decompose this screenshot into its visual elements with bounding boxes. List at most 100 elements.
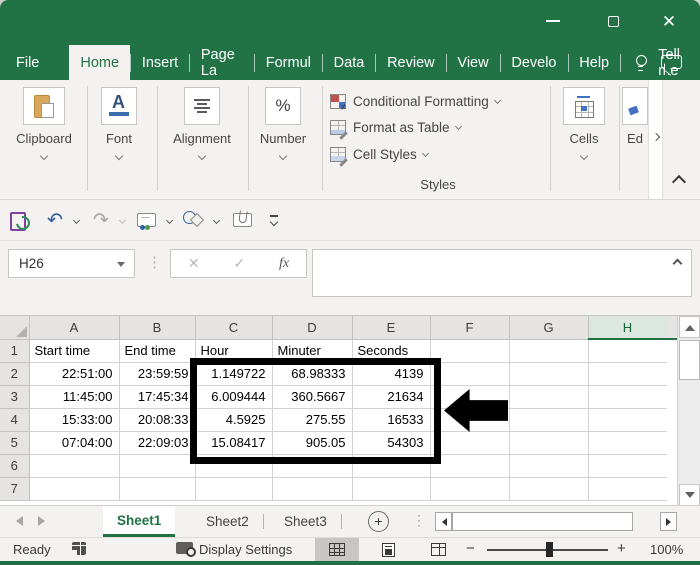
cell[interactable] bbox=[29, 477, 120, 501]
row-header-2[interactable]: 2 bbox=[0, 362, 30, 386]
cell[interactable] bbox=[430, 431, 510, 455]
column-header-B[interactable]: B bbox=[119, 316, 196, 340]
enter-icon[interactable]: ✓ bbox=[233, 255, 245, 272]
number-group[interactable]: % Number bbox=[243, 80, 323, 200]
close-button[interactable]: ✕ bbox=[652, 8, 686, 34]
tab-formulas[interactable]: Formul bbox=[255, 45, 322, 80]
zoom-in-button[interactable]: + bbox=[617, 540, 626, 557]
column-header-G[interactable]: G bbox=[509, 316, 589, 340]
scroll-down-button[interactable] bbox=[679, 484, 700, 505]
cell[interactable] bbox=[588, 408, 668, 432]
font-button[interactable] bbox=[101, 87, 137, 125]
cell-B3[interactable]: 17:45:34 bbox=[119, 385, 196, 409]
chevron-down-icon[interactable] bbox=[197, 151, 207, 161]
cell[interactable] bbox=[588, 385, 668, 409]
scroll-up-button[interactable] bbox=[679, 316, 700, 338]
alignment-group[interactable]: Alignment bbox=[162, 80, 242, 200]
number-button[interactable]: % bbox=[265, 87, 301, 125]
tab-page-layout[interactable]: Page La bbox=[190, 45, 254, 80]
tab-home[interactable]: Home bbox=[69, 45, 131, 80]
cell-B4[interactable]: 20:08:33 bbox=[119, 408, 196, 432]
editing-group[interactable]: Ed bbox=[621, 80, 649, 200]
cell[interactable] bbox=[119, 454, 196, 478]
comments-icon[interactable] bbox=[661, 55, 682, 69]
cell-B1[interactable]: End time bbox=[119, 339, 196, 363]
chevron-down-icon[interactable] bbox=[117, 261, 125, 271]
cell[interactable] bbox=[119, 477, 196, 501]
column-header-F[interactable]: F bbox=[430, 316, 510, 340]
zoom-out-button[interactable]: − bbox=[466, 540, 475, 557]
cell[interactable] bbox=[29, 454, 120, 478]
cell[interactable] bbox=[588, 339, 668, 363]
cell[interactable] bbox=[588, 431, 668, 455]
undo-button[interactable]: ↶ bbox=[42, 207, 68, 233]
display-settings-button[interactable]: Display Settings bbox=[199, 542, 292, 557]
cell[interactable] bbox=[588, 477, 668, 501]
vertical-scrollbar-thumb[interactable] bbox=[679, 340, 700, 380]
tab-insert[interactable]: Insert bbox=[131, 45, 189, 80]
select-all-corner[interactable] bbox=[0, 316, 30, 340]
insert-function-icon[interactable]: fx bbox=[279, 256, 289, 272]
normal-view-button[interactable] bbox=[315, 538, 359, 561]
cell-B5[interactable]: 22:09:03 bbox=[119, 431, 196, 455]
shapes-button[interactable] bbox=[180, 207, 208, 233]
column-header-A[interactable]: A bbox=[29, 316, 120, 340]
chevron-down-icon[interactable] bbox=[579, 151, 589, 161]
cell[interactable] bbox=[588, 362, 668, 386]
cell-styles-button[interactable]: Cell Styles bbox=[330, 142, 429, 166]
shapes-dropdown[interactable] bbox=[210, 207, 222, 233]
cell[interactable] bbox=[509, 362, 589, 386]
cell[interactable] bbox=[195, 477, 273, 501]
zoom-level[interactable]: 100% bbox=[650, 542, 683, 557]
chevron-down-icon[interactable] bbox=[278, 151, 288, 161]
previous-sheet-icon[interactable] bbox=[16, 516, 23, 526]
cell-A3[interactable]: 11:45:00 bbox=[29, 385, 120, 409]
conditional-formatting-button[interactable]: Conditional Formatting bbox=[330, 89, 501, 113]
cancel-icon[interactable]: ✕ bbox=[188, 255, 200, 272]
row-header-6[interactable]: 6 bbox=[0, 454, 30, 478]
row-header-7[interactable]: 7 bbox=[0, 477, 30, 501]
scroll-left-button[interactable] bbox=[435, 512, 452, 531]
sheet-tab-sheet2[interactable]: Sheet2 bbox=[192, 506, 263, 537]
cell[interactable] bbox=[430, 362, 510, 386]
page-break-view-button[interactable] bbox=[416, 538, 460, 561]
tab-developer[interactable]: Develo bbox=[500, 45, 567, 80]
undo-dropdown[interactable] bbox=[70, 207, 82, 233]
tab-review[interactable]: Review bbox=[376, 45, 446, 80]
clipboard-button[interactable] bbox=[23, 87, 65, 125]
chevron-down-icon[interactable] bbox=[39, 151, 49, 161]
mail-contacts-button[interactable] bbox=[132, 207, 160, 233]
next-sheet-icon[interactable] bbox=[38, 516, 45, 526]
row-header-1[interactable]: 1 bbox=[0, 339, 30, 363]
cells-button[interactable] bbox=[563, 87, 605, 125]
expand-formula-bar-icon[interactable] bbox=[672, 258, 683, 269]
column-header-E[interactable]: E bbox=[352, 316, 431, 340]
row-header-5[interactable]: 5 bbox=[0, 431, 30, 455]
column-header-H[interactable]: H bbox=[588, 316, 668, 340]
row-header-3[interactable]: 3 bbox=[0, 385, 30, 409]
font-group[interactable]: Font bbox=[79, 80, 159, 200]
redo-button[interactable]: ↷ bbox=[88, 207, 114, 233]
cell[interactable] bbox=[509, 339, 589, 363]
zoom-slider-thumb[interactable] bbox=[546, 542, 553, 557]
chevron-down-icon[interactable] bbox=[114, 151, 124, 161]
cell[interactable] bbox=[430, 454, 510, 478]
cell[interactable] bbox=[430, 477, 510, 501]
macro-record-icon[interactable] bbox=[72, 542, 86, 555]
cell-A1[interactable]: Start time bbox=[29, 339, 120, 363]
save-sync-button[interactable] bbox=[8, 207, 32, 233]
tab-file[interactable]: File bbox=[0, 45, 55, 80]
format-as-table-button[interactable]: Format as Table bbox=[330, 115, 462, 139]
name-box[interactable]: H26 bbox=[8, 249, 135, 278]
horizontal-scrollbar[interactable] bbox=[452, 512, 633, 531]
vertical-scrollbar[interactable] bbox=[677, 316, 700, 505]
cell-A5[interactable]: 07:04:00 bbox=[29, 431, 120, 455]
formula-input[interactable] bbox=[312, 249, 692, 297]
alignment-button[interactable] bbox=[184, 87, 220, 125]
cells-group[interactable]: Cells bbox=[552, 80, 616, 200]
row-header-4[interactable]: 4 bbox=[0, 408, 30, 432]
minimize-button[interactable] bbox=[536, 8, 570, 34]
cell[interactable] bbox=[588, 454, 668, 478]
cell[interactable] bbox=[430, 339, 510, 363]
tab-data[interactable]: Data bbox=[323, 45, 376, 80]
